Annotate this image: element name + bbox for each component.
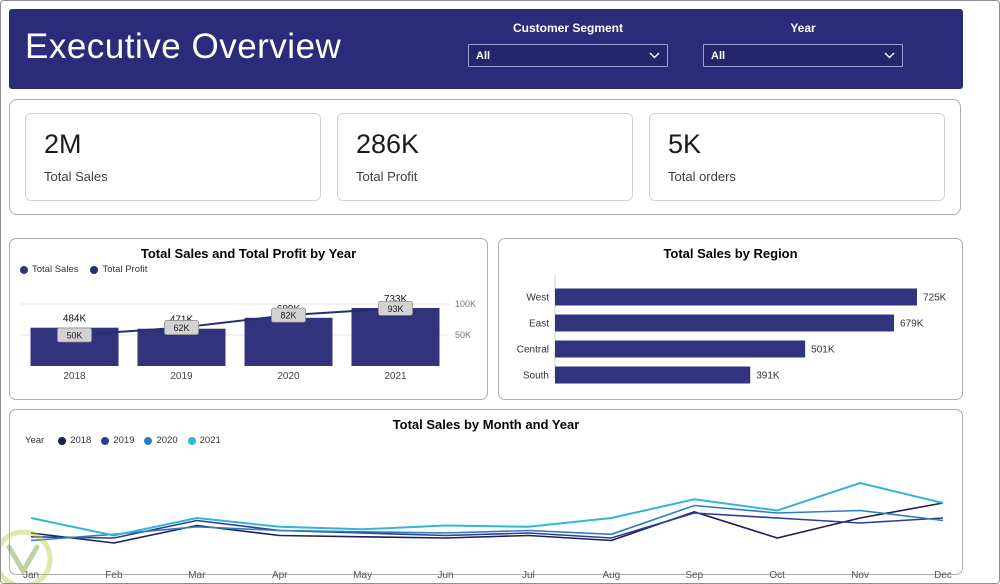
kpi-value: 2M <box>44 129 82 159</box>
kpi-value: 286K <box>356 129 420 159</box>
monthly-line-chart: Jan Feb Mar Apr May Jun Jul Aug Sep Oct Nov Dec <box>23 481 952 580</box>
region-bar-east[interactable] <box>555 314 895 332</box>
kpi-panel: 2M Total Sales 286K Total Profit 5K Tota… <box>9 99 961 215</box>
axis-label: West <box>526 293 549 304</box>
legend-label: 2019 <box>113 435 135 446</box>
legend-dot <box>187 436 196 445</box>
kpi-label: Total orders <box>668 169 736 184</box>
filter-customer-segment-label: Customer Segment <box>512 21 624 35</box>
axis-label: May <box>353 570 372 580</box>
axis-label: Feb <box>105 570 123 580</box>
legend-item-total-sales[interactable]: Total Sales <box>20 264 78 275</box>
legend-label: Total Profit <box>102 264 148 275</box>
legend-label: Total Sales <box>32 264 79 275</box>
monthly-chart-panel: Total Sales by Month and Year Year 2018 2… <box>9 409 963 580</box>
legend-dot <box>90 265 99 274</box>
axis-label: Oct <box>769 570 785 580</box>
year-line-2020[interactable] <box>30 504 944 542</box>
legend-label: 2018 <box>70 435 92 446</box>
bar-value-label: 725K <box>923 293 947 304</box>
bar-value-label: 679K <box>900 319 924 330</box>
legend-item-2019[interactable]: 2019 <box>101 435 134 446</box>
year-value: All <box>711 49 726 62</box>
chart-title: Total Sales by Month and Year <box>392 417 580 432</box>
chart-title: Total Sales and Total Profit by Year <box>140 246 357 261</box>
combo-chart: 100K50K484K2018471K2019609K2020733K20215… <box>21 294 476 382</box>
dashboard: Executive Overview Customer Segment All … <box>0 0 1000 584</box>
legend-title: Year <box>25 435 45 446</box>
year-line-2018[interactable] <box>30 502 944 544</box>
year-dropdown[interactable]: All <box>703 44 903 67</box>
chevron-down-icon <box>884 52 895 59</box>
sales-bar-2021[interactable] <box>351 308 440 366</box>
customer-segment-dropdown[interactable]: All <box>468 44 668 67</box>
monthly-legend: Year 2018 2019 2020 2021 <box>10 432 962 446</box>
kpi-label: Total Profit <box>356 169 418 184</box>
legend-item-total-profit[interactable]: Total Profit <box>90 264 147 275</box>
axis-label: 2019 <box>170 371 193 382</box>
axis-label: 2021 <box>384 371 407 382</box>
region-chart: West 725K East 679K Central 501K South 391K <box>517 275 947 384</box>
kpi-value: 5K <box>668 129 702 159</box>
bar-value-label: 484K <box>63 314 87 325</box>
kpi-card-total-profit[interactable]: 286K Total Profit <box>337 113 633 201</box>
axis-label: Apr <box>272 570 288 580</box>
axis-label: South <box>523 371 549 382</box>
axis-label: Jul <box>522 570 535 580</box>
region-bar-central[interactable] <box>555 340 806 358</box>
chart-title: Total Sales by Region <box>663 246 798 261</box>
filter-customer-segment: Customer Segment All <box>468 21 668 67</box>
line-value-label: 62K <box>173 323 189 333</box>
combo-chart-panel: Total Sales and Total Profit by Year Tot… <box>9 238 488 400</box>
axis-label: Mar <box>188 570 206 580</box>
bar-value-label: 501K <box>811 345 835 356</box>
sales-bar-2020[interactable] <box>244 317 333 366</box>
axis-label: Sep <box>685 570 703 580</box>
legend-dot <box>101 436 110 445</box>
filter-year-label: Year <box>790 21 816 35</box>
axis-label: Central <box>517 345 549 356</box>
axis-label: East <box>529 319 549 330</box>
profit-line[interactable] <box>74 307 396 336</box>
chevron-down-icon <box>649 52 660 59</box>
page-title: Executive Overview <box>25 27 342 66</box>
axis-tick-label: 100K <box>455 299 476 309</box>
legend-dot <box>20 265 28 274</box>
combo-legend: Total Sales Total Profit <box>10 261 487 275</box>
kpi-card-total-sales[interactable]: 2M Total Sales <box>25 113 321 201</box>
line-value-label: 50K <box>66 331 82 341</box>
legend-items: 2018 2019 2020 2021 <box>58 435 221 446</box>
kpi-card-total-orders[interactable]: 5K Total orders <box>649 113 945 201</box>
header: Executive Overview Customer Segment All … <box>9 9 963 89</box>
axis-label: 2020 <box>277 371 300 382</box>
legend-label: 2021 <box>199 435 221 446</box>
region-bar-south[interactable] <box>555 366 751 384</box>
region-bar-west[interactable] <box>555 288 917 306</box>
axis-label: Dec <box>934 570 952 580</box>
axis-tick-label: 50K <box>455 330 471 340</box>
axis-label: 2018 <box>63 371 86 382</box>
legend-dot <box>144 436 153 445</box>
customer-segment-value: All <box>476 49 491 62</box>
filter-year: Year All <box>703 21 903 67</box>
line-value-label: 82K <box>280 311 296 321</box>
legend-item-2020[interactable]: 2020 <box>144 435 178 446</box>
bar-value-label: 391K <box>756 371 780 382</box>
year-line-2021[interactable] <box>30 481 944 537</box>
line-value-label: 93K <box>387 304 403 314</box>
legend-item-2021[interactable]: 2021 <box>187 435 221 446</box>
legend-label: 2020 <box>156 435 178 446</box>
region-chart-panel: Total Sales by Region West 725K East 679K Ce… <box>498 238 963 400</box>
axis-label: Nov <box>851 570 869 580</box>
kpi-label: Total Sales <box>44 169 108 184</box>
legend-item-2018[interactable]: 2018 <box>58 435 91 446</box>
legend-dot <box>58 436 67 445</box>
axis-label: Jun <box>437 570 453 580</box>
axis-label: Jan <box>23 570 39 580</box>
axis-label: Aug <box>602 570 620 580</box>
